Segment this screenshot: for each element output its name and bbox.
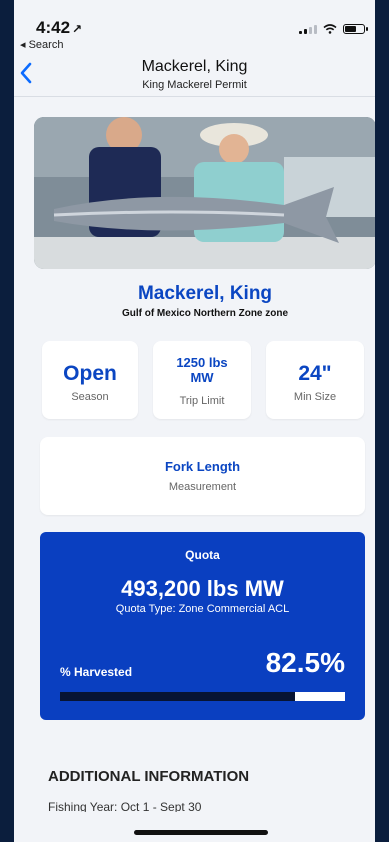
time-text: 4:42 <box>36 18 71 37</box>
nav-subtitle: King Mackerel Permit <box>142 79 247 91</box>
measurement-value: Fork Length <box>164 459 241 474</box>
min-size-value: 24" <box>298 362 332 385</box>
location-icon: ↗ <box>72 22 83 36</box>
quota-type: Quota Type: Zone Commercial ACL <box>115 603 290 615</box>
fishing-year-text: Fishing Year: Oct 1 - Sept 30 <box>48 800 202 812</box>
nav-title: Mackerel, King <box>141 58 248 75</box>
signal-icon <box>299 24 317 34</box>
additional-info-heading: ADDITIONAL INFORMATION <box>48 768 250 785</box>
min-size-card: 24" Min Size <box>266 341 364 419</box>
zone-label: Gulf of Mexico Northern Zone zone <box>121 308 289 319</box>
trip-limit-line2: MW <box>190 370 214 385</box>
species-name: Mackerel, King <box>137 283 273 304</box>
back-to-search-link[interactable]: ◂ Search <box>20 38 63 51</box>
fish-photo-illustration <box>34 117 375 269</box>
status-time: 4:42 ↗ <box>36 18 82 38</box>
harvested-label: % Harvested <box>60 665 133 679</box>
season-label: Season <box>71 391 109 403</box>
trip-limit-card: 1250 lbs MW Trip Limit <box>153 341 251 419</box>
app-screen: 4:42 ↗ ◂ Search Mackerel, King King Macke… <box>14 0 375 842</box>
species-photo <box>34 117 375 269</box>
quota-title: Quota <box>185 548 220 562</box>
quota-amount: 493,200 lbs MW <box>121 576 284 601</box>
wifi-icon <box>323 24 337 34</box>
trip-limit-line1: 1250 lbs <box>176 355 228 370</box>
home-indicator[interactable] <box>134 830 268 835</box>
quota-panel: Quota 493,200 lbs MW Quota Type: Zone Co… <box>40 532 365 720</box>
season-card: Open Season <box>42 341 138 419</box>
trip-limit-label: Trip Limit <box>179 395 225 407</box>
season-value: Open <box>63 362 117 385</box>
harvested-percent: 82.5% <box>265 647 345 678</box>
trip-limit-value: 1250 lbs MW <box>153 355 251 385</box>
battery-icon <box>343 24 368 34</box>
measurement-card: Fork Length Measurement <box>40 437 365 515</box>
status-icons <box>299 24 368 34</box>
nav-bar: Mackerel, King King Mackerel Permit <box>14 52 375 97</box>
min-size-label: Min Size <box>293 391 337 403</box>
measurement-label: Measurement <box>168 481 237 493</box>
harvest-progress-bar <box>60 692 345 701</box>
harvest-progress-fill <box>60 692 296 701</box>
status-bar: 4:42 ↗ ◂ Search <box>14 0 375 52</box>
